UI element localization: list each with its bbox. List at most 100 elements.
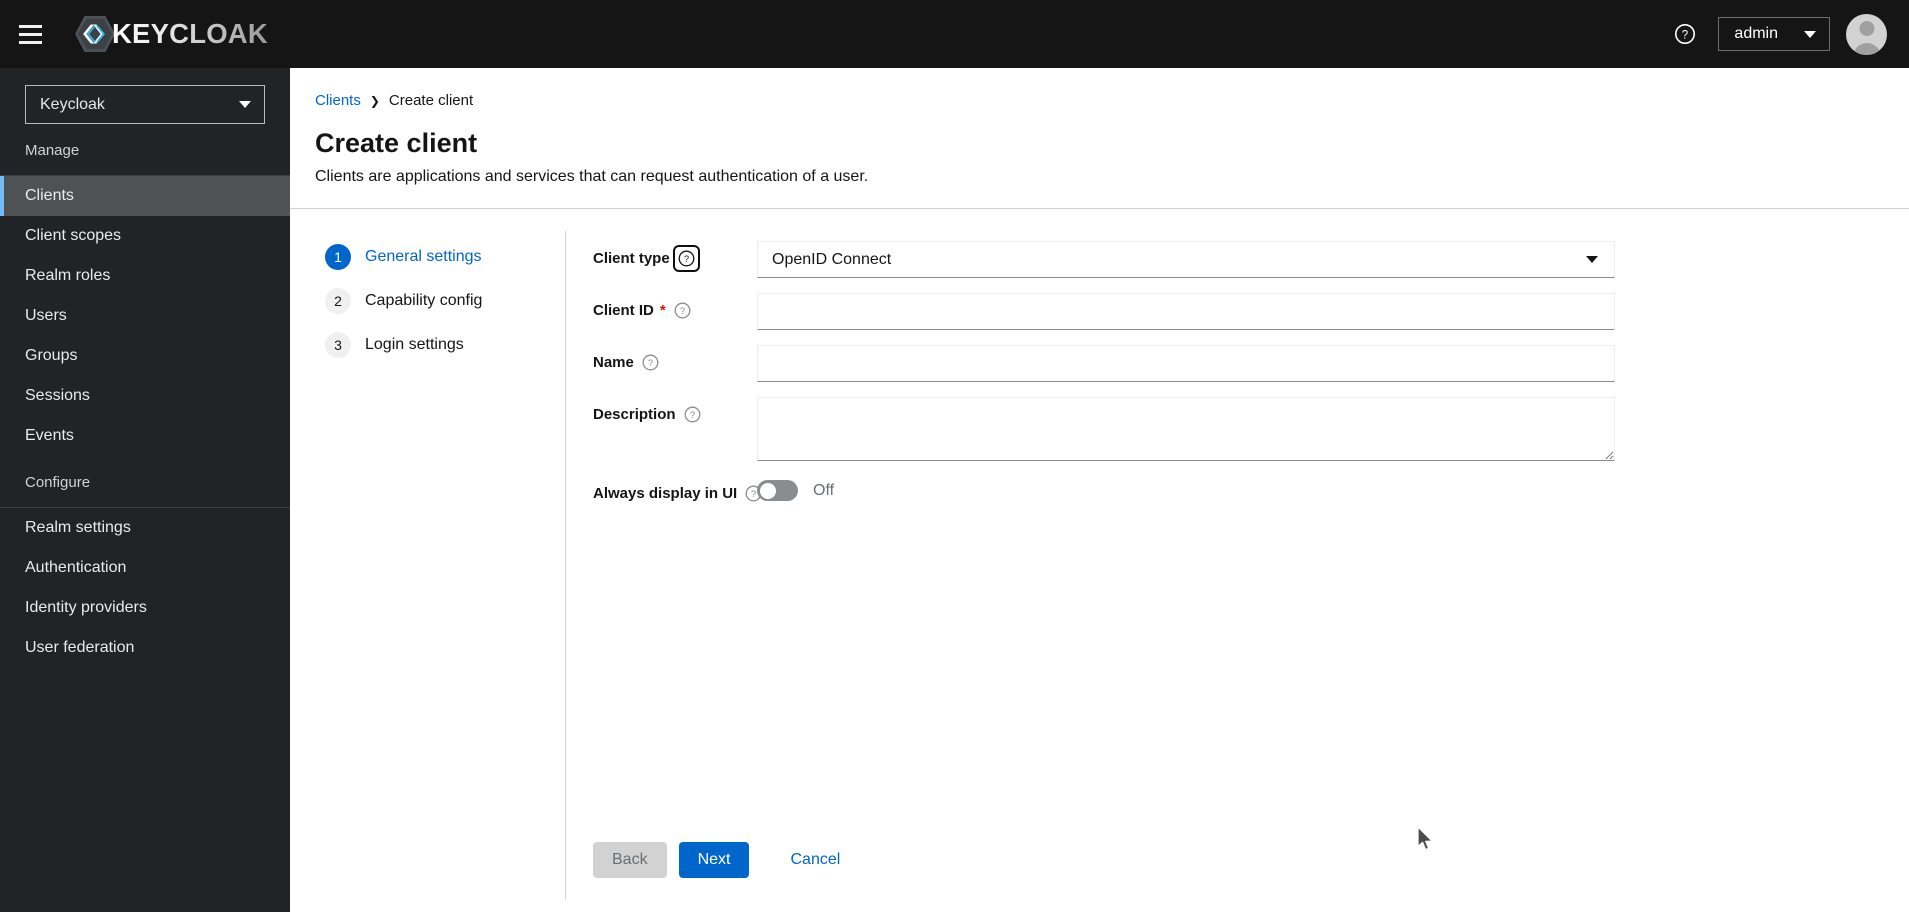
sidebar-item-client-scopes[interactable]: Client scopes: [0, 216, 290, 256]
wizard-step-capability-config[interactable]: 2 Capability config: [325, 279, 565, 323]
avatar-body: [1852, 42, 1881, 55]
keycloak-hexagon-icon: [75, 15, 115, 53]
sidebar-item-label: Identity providers: [25, 599, 147, 616]
keycloak-admin-console: KEYCLOAK ? admin Keycloak Manage Clients…: [0, 0, 1909, 912]
client-id-input[interactable]: [757, 293, 1615, 331]
sidebar-item-users[interactable]: Users: [0, 296, 290, 336]
sidebar-item-label: Realm roles: [25, 267, 111, 284]
help-circle-glyph: ?: [674, 302, 691, 319]
help-circle-icon[interactable]: ?: [1668, 17, 1702, 51]
label-text: Name: [593, 354, 634, 372]
user-menu-dropdown[interactable]: admin: [1718, 17, 1830, 51]
realm-selector-label: Keycloak: [40, 95, 105, 113]
client-type-select[interactable]: OpenID Connect: [757, 241, 1615, 279]
field-row-always-display-in-ui: Always display in UI ? Off: [593, 476, 1909, 502]
sidebar-item-user-federation[interactable]: User federation: [0, 628, 290, 668]
sidebar-item-clients[interactable]: Clients: [0, 176, 290, 216]
page-subtitle: Clients are applications and services th…: [315, 168, 869, 186]
sidebar-item-label: Events: [25, 427, 74, 444]
page-body: Keycloak Manage Clients Client scopes Re…: [0, 68, 1909, 912]
cancel-button[interactable]: Cancel: [771, 842, 859, 878]
sidebar-item-label: Realm settings: [25, 519, 131, 536]
help-circle-glyph: ?: [1675, 24, 1696, 44]
name-input[interactable]: [757, 345, 1615, 383]
client-type-selected-value: OpenID Connect: [772, 250, 892, 268]
field-row-client-id: Client ID * ?: [593, 293, 1909, 331]
sidebar-item-label: Clients: [25, 187, 74, 204]
wizard-step-nav: 1 General settings 2 Capability config 3…: [290, 209, 565, 912]
next-button[interactable]: Next: [678, 842, 750, 878]
step-number-badge: 3: [325, 332, 351, 359]
description-textarea[interactable]: [757, 397, 1615, 462]
chevron-down-icon: [239, 101, 251, 108]
user-avatar[interactable]: [1846, 13, 1887, 55]
back-button[interactable]: Back: [593, 842, 667, 878]
field-row-description: Description ?: [593, 397, 1909, 462]
nav-group-label-configure: Configure: [25, 474, 91, 491]
field-label-client-type: Client type ?: [593, 241, 757, 273]
step-label: Login settings: [365, 336, 464, 354]
breadcrumb: Clients ❯ Create client: [315, 92, 1909, 109]
user-menu-label: admin: [1734, 25, 1778, 42]
keycloak-brand-logo[interactable]: KEYCLOAK: [74, 0, 268, 68]
field-control-client-type: OpenID Connect: [757, 241, 1615, 279]
nav-group-label-manage: Manage: [25, 142, 80, 159]
svg-text:?: ?: [689, 409, 694, 420]
nav-list-configure: Realm settings Authentication Identity p…: [0, 508, 290, 668]
step-label: General settings: [365, 248, 482, 266]
field-label-name: Name ?: [593, 345, 757, 371]
hamburger-bar: [18, 32, 42, 36]
breadcrumb-link-clients[interactable]: Clients: [315, 92, 361, 109]
field-label-description: Description ?: [593, 397, 757, 423]
help-circle-glyph: ?: [684, 406, 700, 423]
help-circle-icon[interactable]: ?: [684, 406, 701, 423]
page-title: Create client: [315, 128, 478, 158]
wizard-body: Client type ? OpenID Connect Client ID *…: [566, 209, 1909, 912]
field-label-always-display-in-ui: Always display in UI ?: [593, 476, 762, 503]
sidebar-item-realm-settings[interactable]: Realm settings: [0, 508, 290, 548]
hamburger-bar: [18, 40, 42, 44]
sidebar-item-identity-providers[interactable]: Identity providers: [0, 588, 290, 628]
field-control-description: [757, 397, 1615, 462]
label-text: Always display in UI: [593, 485, 738, 503]
breadcrumb-current: Create client: [388, 92, 474, 109]
wizard-step-general-settings[interactable]: 1 General settings: [325, 235, 565, 279]
sidebar-item-sessions[interactable]: Sessions: [0, 376, 290, 416]
step-label: Capability config: [365, 292, 483, 310]
wizard-footer: Back Next Cancel: [566, 842, 1909, 912]
sidebar-item-groups[interactable]: Groups: [0, 336, 290, 376]
chevron-down-icon: [1586, 256, 1598, 264]
label-text: Client type: [593, 250, 670, 268]
avatar-head: [1859, 20, 1874, 36]
sidebar-item-label: Sessions: [25, 387, 90, 404]
sidebar-item-label: Authentication: [25, 559, 127, 576]
help-circle-icon[interactable]: ?: [672, 245, 700, 273]
sidebar-item-realm-roles[interactable]: Realm roles: [0, 256, 290, 296]
wizard-step-login-settings[interactable]: 3 Login settings: [325, 323, 565, 367]
sidebar-item-label: Users: [25, 307, 67, 324]
help-circle-glyph: ?: [678, 250, 695, 267]
sidebar-item-label: User federation: [25, 639, 135, 656]
field-label-client-id: Client ID * ?: [593, 293, 757, 319]
always-display-in-ui-toggle[interactable]: [757, 480, 798, 502]
breadcrumb-separator-icon: ❯: [369, 93, 380, 108]
brand-wordmark: KEYCLOAK: [112, 18, 268, 49]
masthead-toolbar: ? admin: [1668, 13, 1887, 55]
global-navigation-toggle[interactable]: [0, 0, 60, 68]
field-row-name: Name ?: [593, 345, 1909, 383]
svg-text:?: ?: [648, 357, 653, 368]
svg-text:?: ?: [684, 253, 689, 264]
masthead: KEYCLOAK ? admin: [0, 0, 1909, 68]
label-text: Description: [593, 406, 676, 424]
field-row-client-type: Client type ? OpenID Connect: [593, 241, 1909, 279]
realm-selector[interactable]: Keycloak: [25, 85, 265, 124]
main-content: Clients ❯ Create client Create client Cl…: [290, 68, 1909, 912]
sidebar-item-events[interactable]: Events: [0, 416, 290, 456]
help-circle-icon[interactable]: ?: [642, 354, 659, 371]
nav-list-manage: Clients Client scopes Realm roles Users …: [0, 176, 290, 456]
sidebar-item-authentication[interactable]: Authentication: [0, 548, 290, 588]
hamburger-bar: [18, 24, 42, 28]
sidebar-item-label: Client scopes: [25, 227, 122, 244]
page-header: Clients ❯ Create client Create client Cl…: [290, 68, 1909, 208]
help-circle-icon[interactable]: ?: [674, 302, 691, 319]
